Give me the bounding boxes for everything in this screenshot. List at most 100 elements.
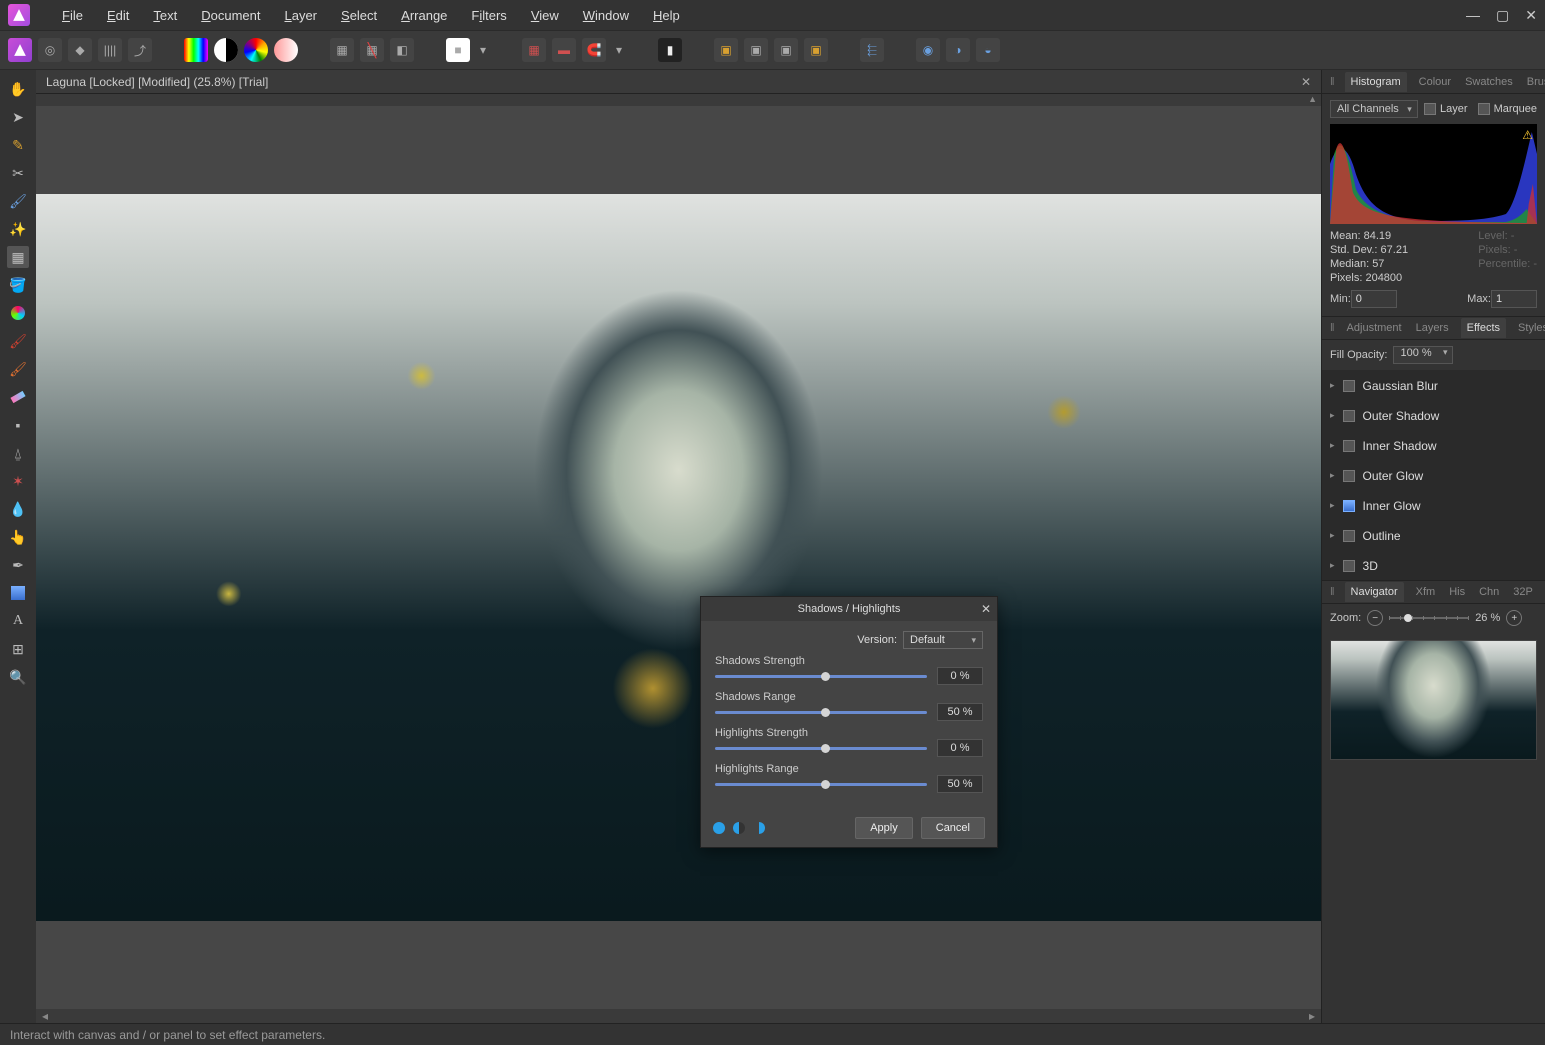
canvas-scroll-up-icon[interactable]: ▲ <box>1308 94 1317 106</box>
boolean-subtract-icon[interactable]: ◑ <box>946 38 970 62</box>
persona-liquify-icon[interactable]: ◎ <box>38 38 62 62</box>
erase-brush-tool-icon[interactable] <box>7 386 29 408</box>
tab-chn[interactable]: Chn <box>1477 582 1501 602</box>
shadows-strength-value[interactable]: 0 % <box>937 667 983 685</box>
scroll-left-icon[interactable]: ◂ <box>42 1009 48 1023</box>
selection-marquee-icon[interactable]: ▦ <box>330 38 354 62</box>
smudge-tool-icon[interactable]: 👆 <box>7 526 29 548</box>
tab-32p[interactable]: 32P <box>1511 582 1535 602</box>
highlights-strength-slider[interactable] <box>715 742 927 754</box>
menu-file[interactable]: File <box>50 4 95 27</box>
menu-layer[interactable]: Layer <box>272 4 329 27</box>
window-minimize-icon[interactable]: — <box>1466 7 1480 24</box>
arrange-move-back-icon[interactable]: ▣ <box>714 38 738 62</box>
tab-brushes[interactable]: Brushes <box>1525 72 1545 92</box>
effect-inner-glow[interactable]: ▸Inner Glow <box>1322 490 1545 520</box>
snapping-icon[interactable]: 🧲 <box>582 38 606 62</box>
scroll-right-icon[interactable]: ▸ <box>1309 1009 1315 1023</box>
quickmask-dropdown-icon[interactable]: ▾ <box>476 38 490 62</box>
adjustment-bw-icon[interactable] <box>214 38 238 62</box>
grid-snapping-icon[interactable]: ▦ <box>522 38 546 62</box>
document-tab[interactable]: Laguna [Locked] [Modified] (25.8%) [Tria… <box>36 70 1321 94</box>
boolean-intersect-icon[interactable]: ◒ <box>976 38 1000 62</box>
canvas-horizontal-scrollbar[interactable]: ◂ ▸ <box>36 1009 1321 1023</box>
menu-select[interactable]: Select <box>329 4 389 27</box>
colour-picker-tool-icon[interactable]: ✎ <box>7 134 29 156</box>
tab-his[interactable]: His <box>1447 582 1467 602</box>
arrange-move-front-icon[interactable]: ▣ <box>804 38 828 62</box>
effect-inner-shadow[interactable]: ▸Inner Shadow <box>1322 430 1545 460</box>
boolean-add-icon[interactable]: ◉ <box>916 38 940 62</box>
hist-min-input[interactable]: 0 <box>1351 290 1397 308</box>
flood-fill-tool-icon[interactable]: 🪣 <box>7 274 29 296</box>
tab-adjustment[interactable]: Adjustment <box>1345 318 1404 338</box>
tab-styles[interactable]: Styles <box>1516 318 1545 338</box>
pen-tool-icon[interactable]: ✒ <box>7 554 29 576</box>
highlights-range-value[interactable]: 50 % <box>937 775 983 793</box>
window-maximize-icon[interactable]: ▢ <box>1496 7 1509 24</box>
crop-tool-icon[interactable]: ✂ <box>7 162 29 184</box>
menu-document[interactable]: Document <box>189 4 272 27</box>
tab-colour[interactable]: Colour <box>1417 72 1453 92</box>
force-pixel-align-icon[interactable]: ▬ <box>552 38 576 62</box>
highlights-strength-value[interactable]: 0 % <box>937 739 983 757</box>
effect-outline[interactable]: ▸Outline <box>1322 520 1545 550</box>
tab-xfm[interactable]: Xfm <box>1414 582 1438 602</box>
view-tool-icon[interactable]: ✋ <box>7 78 29 100</box>
assistant-icon[interactable]: ▮ <box>658 38 682 62</box>
flood-select-tool-icon[interactable]: ✨ <box>7 218 29 240</box>
menu-view[interactable]: View <box>519 4 571 27</box>
selection-deselect-icon[interactable]: ▦╲ <box>360 38 384 62</box>
pixel-tool-icon[interactable]: ▪ <box>7 414 29 436</box>
persona-export-icon[interactable]: ⤴ <box>128 38 152 62</box>
align-left-icon[interactable]: ⬱ <box>860 38 884 62</box>
dialog-apply-button[interactable]: Apply <box>855 817 913 839</box>
zoom-in-button[interactable]: + <box>1506 610 1522 626</box>
mesh-warp-tool-icon[interactable]: ⊞ <box>7 638 29 660</box>
shadows-range-slider[interactable] <box>715 706 927 718</box>
window-close-icon[interactable]: ✕ <box>1525 7 1537 24</box>
shadows-strength-slider[interactable] <box>715 670 927 682</box>
tab-layers[interactable]: Layers <box>1414 318 1451 338</box>
tab-navigator[interactable]: Navigator <box>1345 582 1404 602</box>
hist-max-input[interactable]: 1 <box>1491 290 1537 308</box>
snapping-dropdown-icon[interactable]: ▾ <box>612 38 626 62</box>
menu-window[interactable]: Window <box>571 4 641 27</box>
marquee-tool-icon[interactable]: ▦ <box>7 246 29 268</box>
adjustment-lut-icon[interactable] <box>184 38 208 62</box>
arrange-forward-one-icon[interactable]: ▣ <box>774 38 798 62</box>
persona-tonemap-icon[interactable]: |||| <box>98 38 122 62</box>
tab-effects[interactable]: Effects <box>1461 318 1506 338</box>
zoom-tool-icon[interactable]: 🔍 <box>7 666 29 688</box>
effect-outer-glow[interactable]: ▸Outer Glow <box>1322 460 1545 490</box>
paint-mixer-tool-icon[interactable]: 🖌 <box>7 358 29 380</box>
adjustment-hsl-icon[interactable] <box>244 38 268 62</box>
dodge-tool-icon[interactable]: 💧 <box>7 498 29 520</box>
effect-gaussian-blur[interactable]: ▸Gaussian Blur <box>1322 370 1545 400</box>
canvas[interactable] <box>36 106 1321 1009</box>
persona-photo-icon[interactable] <box>8 38 32 62</box>
effect-3d[interactable]: ▸3D <box>1322 550 1545 580</box>
dialog-preset-2-icon[interactable] <box>733 822 745 834</box>
histogram-channel-select[interactable]: All Channels <box>1330 100 1418 118</box>
inpainting-tool-icon[interactable]: ✶ <box>7 470 29 492</box>
tab-histogram[interactable]: Histogram <box>1345 72 1407 92</box>
histogram-marquee-checkbox[interactable]: Marquee <box>1478 103 1537 115</box>
quickmask-icon[interactable]: ■ <box>446 38 470 62</box>
gradient-tool-icon[interactable] <box>7 302 29 324</box>
dialog-cancel-button[interactable]: Cancel <box>921 817 985 839</box>
menu-text[interactable]: Text <box>141 4 189 27</box>
selection-invert-icon[interactable]: ◧ <box>390 38 414 62</box>
fill-opacity-select[interactable]: 100 % <box>1393 346 1453 364</box>
arrange-back-one-icon[interactable]: ▣ <box>744 38 768 62</box>
move-tool-icon[interactable]: ➤ <box>7 106 29 128</box>
menu-edit[interactable]: Edit <box>95 4 141 27</box>
tab-swatches[interactable]: Swatches <box>1463 72 1515 92</box>
persona-develop-icon[interactable]: ◆ <box>68 38 92 62</box>
adjustment-gradient-icon[interactable] <box>274 38 298 62</box>
dialog-version-select[interactable]: Default <box>903 631 983 649</box>
rectangle-tool-icon[interactable] <box>7 582 29 604</box>
clone-tool-icon[interactable]: ⍙ <box>7 442 29 464</box>
menu-arrange[interactable]: Arrange <box>389 4 459 27</box>
menu-filters[interactable]: Filters <box>459 4 518 27</box>
